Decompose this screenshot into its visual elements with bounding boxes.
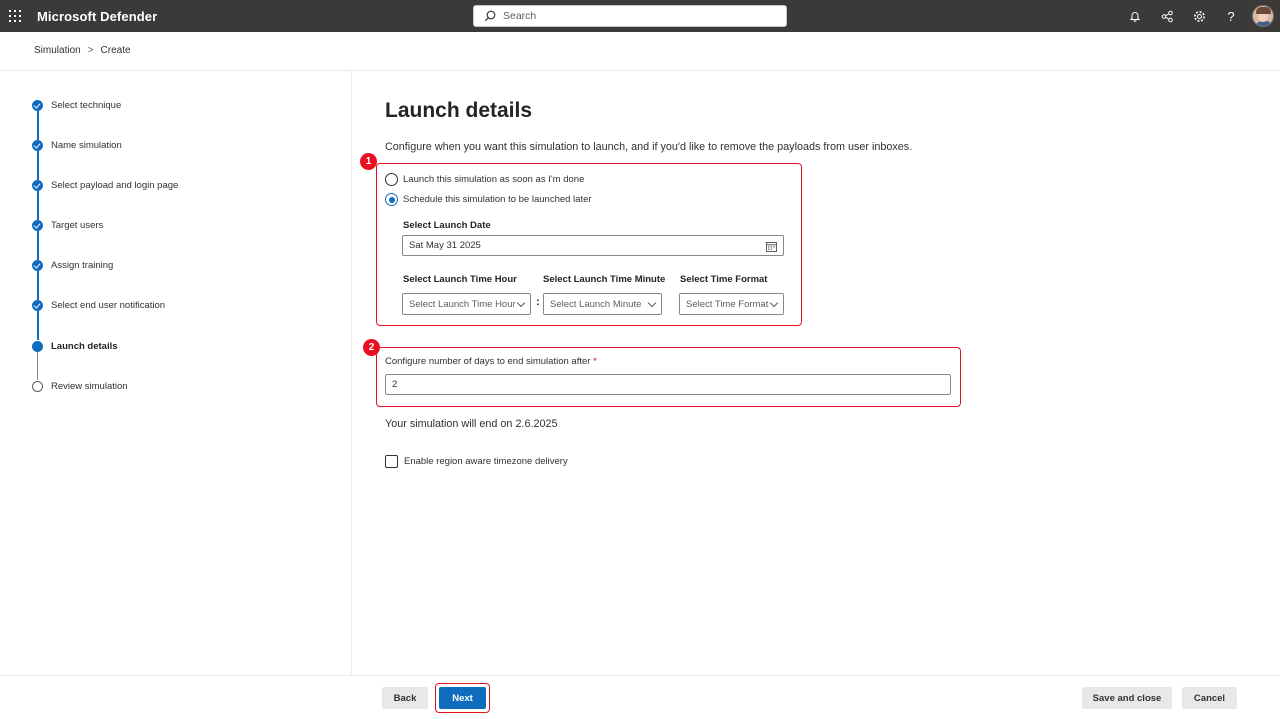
step-connector <box>37 111 39 140</box>
share-icon[interactable] <box>1159 8 1175 24</box>
time-minute-dropdown[interactable]: Select Launch Minute <box>543 293 662 315</box>
simulation-end-text: Your simulation will end on 2.6.2025 <box>385 418 558 430</box>
dropdown-placeholder: Select Launch Time Hour <box>409 298 516 310</box>
launch-now-option[interactable]: Launch this simulation as soon as I'm do… <box>385 173 584 186</box>
calendar-icon[interactable] <box>766 241 777 255</box>
time-format-label: Select Time Format <box>680 274 768 285</box>
breadcrumb: Simulation > Create <box>34 45 131 56</box>
time-separator: : <box>536 296 540 308</box>
radio-button[interactable] <box>385 173 398 186</box>
region-timezone-option[interactable]: Enable region aware timezone delivery <box>385 455 568 468</box>
annotation-badge-1: 1 <box>360 153 377 170</box>
step-label: Assign training <box>51 260 114 271</box>
step-label: Name simulation <box>51 140 122 151</box>
schedule-later-option[interactable]: Schedule this simulation to be launched … <box>385 193 592 206</box>
chevron-down-icon <box>769 298 779 308</box>
required-marker: * <box>593 356 597 367</box>
chevron-down-icon <box>647 298 657 308</box>
radio-label: Schedule this simulation to be launched … <box>403 194 592 205</box>
step-label: Select technique <box>51 100 122 111</box>
time-hour-dropdown[interactable]: Select Launch Time Hour <box>402 293 531 315</box>
checkbox-label: Enable region aware timezone delivery <box>404 456 568 467</box>
check-icon <box>32 260 43 271</box>
top-bar: Microsoft Defender Search ? <box>0 0 1280 32</box>
gear-icon[interactable] <box>1191 8 1207 24</box>
current-step-icon <box>32 341 43 352</box>
days-value: 2 <box>392 379 398 390</box>
check-icon <box>32 100 43 111</box>
days-label-text: Configure number of days to end simulati… <box>385 356 591 367</box>
wizard-stepper: Select technique Name simulation Select … <box>0 71 352 675</box>
footer-divider <box>0 675 1280 676</box>
step-connector <box>37 191 39 220</box>
step-label: Review simulation <box>51 381 128 392</box>
page-title: Launch details <box>385 99 533 122</box>
search-input[interactable]: Search <box>503 10 536 22</box>
check-icon <box>32 220 43 231</box>
step-connector <box>37 231 39 260</box>
step-label: Select payload and login page <box>51 180 179 191</box>
dropdown-placeholder: Select Launch Minute <box>550 298 642 310</box>
time-format-dropdown[interactable]: Select Time Format <box>679 293 784 315</box>
app-launcher-icon[interactable] <box>9 10 21 22</box>
days-field-label: Configure number of days to end simulati… <box>385 356 597 367</box>
app-title[interactable]: Microsoft Defender <box>37 9 157 24</box>
pending-step-icon <box>32 381 43 392</box>
check-icon <box>32 140 43 151</box>
radio-label: Launch this simulation as soon as I'm do… <box>403 174 585 185</box>
step-connector <box>37 311 39 340</box>
time-hour-label: Select Launch Time Hour <box>403 274 517 285</box>
breadcrumb-separator: > <box>87 45 94 56</box>
help-icon[interactable]: ? <box>1223 8 1239 24</box>
radio-button[interactable] <box>385 193 398 206</box>
bell-icon[interactable] <box>1127 8 1143 24</box>
launch-date-value: Sat May 31 2025 <box>409 240 481 251</box>
save-and-close-button[interactable]: Save and close <box>1082 687 1172 709</box>
step-connector <box>37 351 38 380</box>
time-minute-label: Select Launch Time Minute <box>543 274 666 285</box>
search-icon <box>484 9 496 27</box>
back-button[interactable]: Back <box>382 687 428 709</box>
breadcrumb-item-create: Create <box>100 45 131 56</box>
step-connector <box>37 271 39 300</box>
step-label: Select end user notification <box>51 300 166 311</box>
next-button[interactable]: Next <box>439 687 486 709</box>
breadcrumb-item-simulation[interactable]: Simulation <box>34 45 81 56</box>
chevron-down-icon <box>516 298 526 308</box>
cancel-button[interactable]: Cancel <box>1182 687 1237 709</box>
dropdown-placeholder: Select Time Format <box>686 298 769 310</box>
annotation-badge-2: 2 <box>363 339 380 356</box>
step-label: Target users <box>51 220 104 231</box>
search-box[interactable]: Search <box>473 5 787 27</box>
launch-date-field[interactable]: Sat May 31 2025 <box>402 235 784 256</box>
check-icon <box>32 180 43 191</box>
step-connector <box>37 151 39 180</box>
check-icon <box>32 300 43 311</box>
region-timezone-checkbox[interactable] <box>385 455 398 468</box>
launch-date-label: Select Launch Date <box>403 220 491 231</box>
page-description: Configure when you want this simulation … <box>385 141 913 153</box>
days-input[interactable]: 2 <box>385 374 951 395</box>
step-label: Launch details <box>51 341 118 352</box>
avatar[interactable] <box>1252 5 1274 27</box>
